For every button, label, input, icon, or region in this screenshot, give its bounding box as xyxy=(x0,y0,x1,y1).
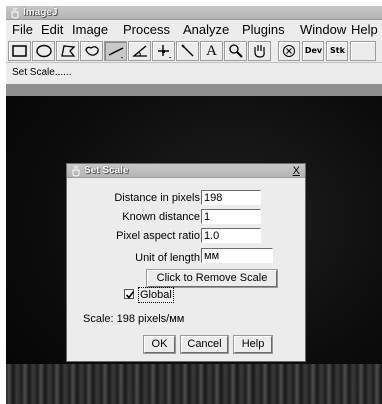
wand-tool-icon xyxy=(181,44,194,57)
java-cup-icon xyxy=(72,165,80,177)
imagej-window: ImageJ File Edit Image Process Analyze P… xyxy=(6,6,382,84)
close-icon[interactable]: X xyxy=(293,164,300,178)
cancel-button[interactable]: Cancel xyxy=(180,335,229,354)
menu-process[interactable]: Process xyxy=(123,21,170,39)
polygon-tool-button[interactable] xyxy=(56,41,79,61)
rectangle-tool-icon xyxy=(12,45,27,57)
help-button[interactable]: Help xyxy=(233,335,273,354)
polygon-tool-icon xyxy=(61,45,76,57)
text-tool-icon: A xyxy=(206,43,217,59)
text-tool-button[interactable]: A xyxy=(200,41,223,61)
hand-tool-button[interactable] xyxy=(248,41,271,61)
aspect-ratio-input[interactable] xyxy=(201,228,261,243)
image-info-strip xyxy=(6,84,382,96)
unit-label: Unit of length: xyxy=(135,252,203,264)
more-tools-button[interactable] xyxy=(350,41,376,61)
status-text: Set Scale...... xyxy=(12,67,72,78)
scale-readout: Scale: 198 pixels/мм xyxy=(83,313,185,325)
ok-button[interactable]: OK xyxy=(143,335,176,354)
menu-file[interactable]: File xyxy=(12,21,33,39)
set-scale-dialog: Set Scale X Distance in pixels: Known di… xyxy=(66,163,306,362)
stk-menu-icon: Stk xyxy=(330,46,345,55)
imagej-titlebar[interactable]: ImageJ xyxy=(6,6,382,20)
menu-edit[interactable]: Edit xyxy=(41,21,63,39)
freehand-tool-button[interactable] xyxy=(80,41,103,61)
oval-tool-button[interactable] xyxy=(32,41,55,61)
point-tool-icon xyxy=(158,45,171,59)
dev-menu-icon: Dev xyxy=(304,46,323,55)
checkmark-icon xyxy=(125,291,135,299)
dialog-title: Set Scale xyxy=(84,165,129,176)
menu-window[interactable]: Window xyxy=(300,21,346,39)
known-distance-input[interactable] xyxy=(201,209,261,224)
oval-tool-icon xyxy=(36,44,52,58)
toolbar: A Dev Stk xyxy=(6,40,382,62)
color-picker-icon xyxy=(283,45,295,57)
unit-input[interactable] xyxy=(201,248,273,263)
menu-analyze[interactable]: Analyze xyxy=(183,21,229,39)
dev-menu-button[interactable]: Dev xyxy=(302,41,324,61)
menu-help[interactable]: Help xyxy=(351,21,378,39)
global-label[interactable]: Global xyxy=(138,287,174,303)
magnifier-tool-button[interactable] xyxy=(224,41,247,61)
menu-plugins[interactable]: Plugins xyxy=(242,21,285,39)
aspect-ratio-label: Pixel aspect ratio: xyxy=(116,230,203,242)
line-tool-button[interactable] xyxy=(104,41,127,61)
point-tool-button[interactable] xyxy=(152,41,175,61)
known-distance-label: Known distance: xyxy=(122,211,203,223)
color-picker-button[interactable] xyxy=(278,41,300,61)
magnifier-tool-icon xyxy=(229,44,243,58)
global-checkbox[interactable] xyxy=(124,289,135,299)
statusbar: Set Scale...... xyxy=(6,62,382,82)
rectangle-tool-button[interactable] xyxy=(8,41,31,61)
hand-tool-icon xyxy=(254,45,265,58)
remove-scale-button[interactable]: Click to Remove Scale xyxy=(146,269,278,288)
menubar: File Edit Image Process Analyze Plugins … xyxy=(6,21,382,39)
distance-label: Distance in pixels: xyxy=(114,192,203,204)
freehand-tool-icon xyxy=(85,46,99,56)
stk-menu-button[interactable]: Stk xyxy=(326,41,348,61)
line-tool-icon xyxy=(108,47,124,59)
angle-tool-button[interactable] xyxy=(128,41,151,61)
window-title: ImageJ xyxy=(23,7,58,18)
java-cup-icon xyxy=(11,7,19,19)
angle-tool-icon xyxy=(132,45,147,57)
distance-input[interactable] xyxy=(201,190,261,205)
wand-tool-button[interactable] xyxy=(176,41,199,61)
menu-image[interactable]: Image xyxy=(72,21,108,39)
dialog-titlebar[interactable]: Set Scale X xyxy=(67,164,305,178)
image-texture xyxy=(6,364,382,404)
